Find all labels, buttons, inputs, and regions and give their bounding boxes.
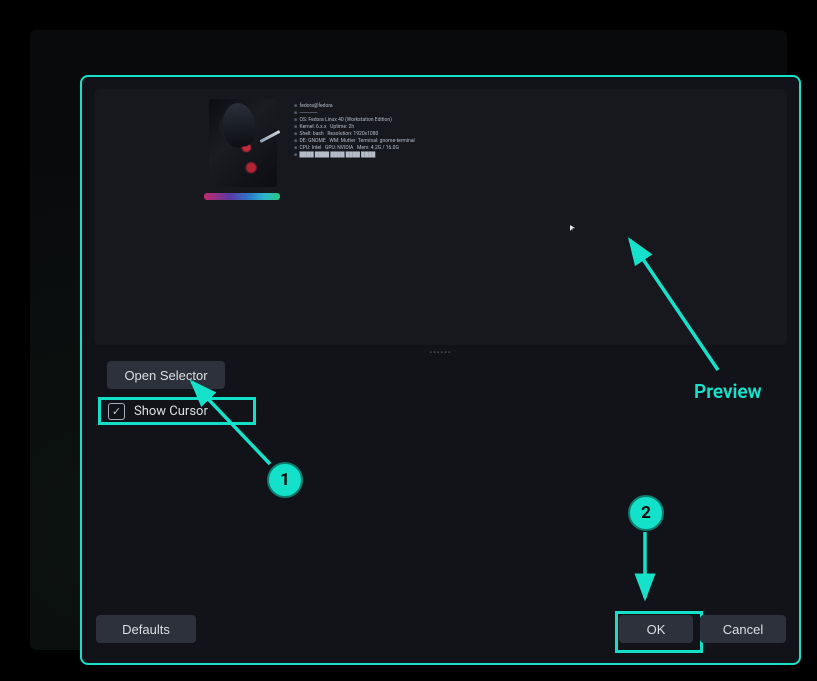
cursor-in-preview [570, 225, 575, 231]
arrow-to-preview [590, 210, 750, 380]
step-badge-2: 2 [628, 495, 664, 531]
step-badge-1-text: 1 [280, 470, 290, 490]
ok-label: OK [647, 622, 666, 637]
cancel-label: Cancel [723, 622, 763, 637]
ok-button[interactable]: OK [619, 615, 693, 643]
show-cursor-checkbox[interactable]: ✓ [108, 403, 125, 420]
neofetch-avatar-image [209, 99, 277, 187]
resize-grip[interactable]: •••••• [429, 348, 451, 357]
defaults-button[interactable]: Defaults [96, 615, 196, 643]
neofetch-sysinfo-text: ■ fedora@fedora ■ ------------- ■ OS: Fe… [294, 103, 415, 159]
cancel-button[interactable]: Cancel [700, 615, 786, 643]
step-badge-2-text: 2 [641, 503, 651, 523]
arrow-to-ok [632, 528, 662, 608]
preview-annotation-label: Preview [694, 380, 762, 403]
step-badge-1: 1 [267, 462, 303, 498]
neofetch-color-bar [204, 193, 280, 200]
defaults-label: Defaults [122, 622, 170, 637]
arrow-to-show-cursor [178, 364, 288, 484]
screenshot-backdrop: ■ fedora@fedora ■ ------------- ■ OS: Fe… [30, 30, 787, 650]
